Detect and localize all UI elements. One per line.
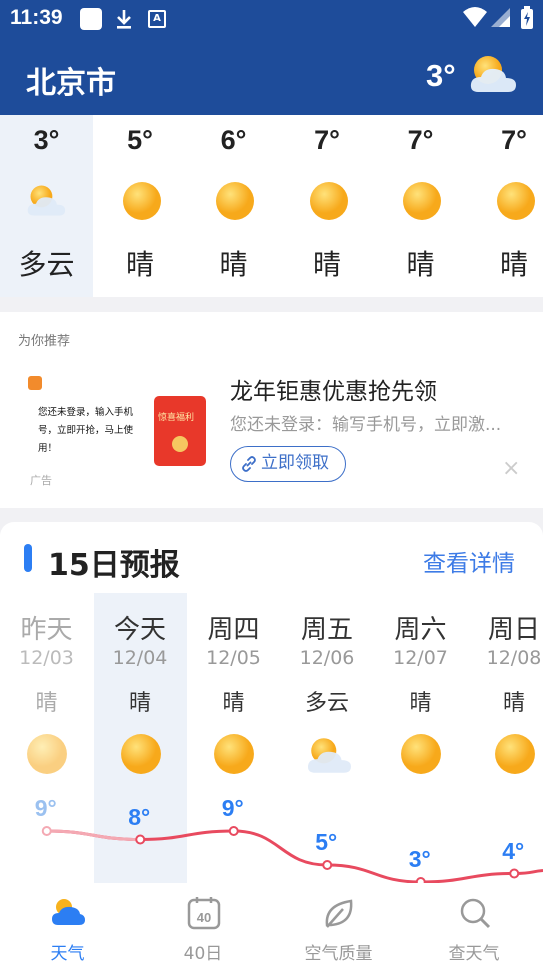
- cloudy-sun-icon: [470, 56, 516, 92]
- hourly-condition: 多云: [18, 248, 75, 281]
- envelope-caption: 惊喜福利: [158, 413, 195, 423]
- ad-tag: 广告: [30, 474, 52, 487]
- battery-icon: [521, 6, 533, 29]
- wifi-icon: [463, 7, 487, 27]
- high-temp-label: 4°: [502, 837, 525, 864]
- high-temp-label: 3°: [408, 846, 431, 872]
- nav-item-1[interactable]: 40 40日: [136, 883, 271, 967]
- link-icon: [242, 456, 256, 472]
- cloudy-sun-icon: [24, 181, 68, 221]
- calendar-40-icon: 40: [186, 895, 222, 931]
- high-temp-label: 9°: [34, 795, 57, 821]
- leaf-icon: [321, 895, 357, 931]
- hourly-condition: 晴: [219, 248, 248, 281]
- keyboard-icon: A: [148, 10, 166, 28]
- forecast-15-day: 15日预报 查看详情 昨天 12/03 晴今天 12/04 晴周四 12/05 晴周五 12/…: [0, 522, 543, 883]
- nav-item-2[interactable]: 空气质量: [271, 883, 406, 967]
- hourly-temp: 6°: [220, 125, 247, 155]
- ad-app-logo: [28, 376, 42, 390]
- sun-icon: [402, 181, 442, 221]
- temperature-line-past: [46, 829, 141, 841]
- sun-icon: [496, 181, 536, 221]
- hourly-temp: 7°: [501, 125, 527, 155]
- nav-item-0[interactable]: 天气: [0, 883, 135, 967]
- search-icon: [457, 895, 493, 931]
- high-temp-label: 5°: [315, 829, 338, 855]
- sun-icon: [309, 181, 349, 221]
- ad-subtitle: 您还未登录：输写手机号，立即激...: [230, 415, 502, 435]
- hourly-item[interactable]: 7° 晴: [374, 115, 467, 297]
- hourly-temp: 7°: [314, 125, 340, 155]
- temperature-curve: [41, 826, 543, 883]
- ad-image-text: 您还未登录，输入手机号，立即开抢，马上使用！: [38, 407, 134, 454]
- hourly-temp: 3°: [33, 125, 60, 155]
- temperature-point: [322, 860, 333, 870]
- status-bar: 11:39 A: [0, 0, 543, 38]
- temperature-point: [509, 868, 520, 879]
- svg-text:40: 40: [196, 910, 210, 925]
- nav-label: 查天气: [448, 944, 500, 964]
- city-name[interactable]: 北京市: [26, 58, 116, 102]
- nav-item-3[interactable]: 查天气: [407, 883, 542, 967]
- hourly-condition: 晴: [499, 248, 528, 281]
- sun-icon: [215, 181, 255, 221]
- app-header: 北京市 3°: [0, 38, 543, 115]
- hourly-condition: 晴: [406, 248, 435, 281]
- ad-card[interactable]: 为你推荐 您还未登录，输入手机号，立即开抢，马上使用！ 惊喜福利 广告 龙年钜惠…: [0, 312, 543, 508]
- ad-close-button[interactable]: ×: [502, 456, 520, 481]
- hourly-item[interactable]: 5° 晴: [94, 115, 187, 297]
- claim-button[interactable]: 立即领取: [230, 446, 346, 482]
- recommend-label: 为你推荐: [18, 334, 71, 349]
- claim-button-label: 立即领取: [261, 453, 329, 473]
- envelope-coin: [172, 436, 188, 452]
- ad-image[interactable]: 您还未登录，输入手机号，立即开抢，马上使用！ 惊喜福利 广告: [24, 372, 218, 494]
- ad-title[interactable]: 龙年钜惠优惠抢先领: [230, 372, 437, 406]
- hourly-item[interactable]: 7° 晴: [468, 115, 543, 297]
- hourly-temp: 5°: [127, 125, 153, 155]
- hourly-item[interactable]: 7° 晴: [281, 115, 374, 297]
- hourly-forecast[interactable]: 3° 多云 5° 晴 6° 晴 7° 晴 7° 晴 7° 晴: [0, 115, 543, 297]
- nav-label: 40日: [183, 944, 223, 964]
- notification-app-icon: [80, 8, 102, 30]
- temperature-point: [135, 834, 146, 845]
- hourly-condition: 晴: [125, 248, 154, 281]
- nav-label: 空气质量: [304, 944, 373, 964]
- high-temp-label: 8°: [128, 803, 151, 830]
- hourly-item[interactable]: 3° 多云: [0, 115, 93, 297]
- temperature-point: [41, 826, 52, 836]
- red-envelope-icon: 惊喜福利: [154, 396, 206, 466]
- bottom-nav: 天气 40 40日 空气质量 查天气: [0, 883, 543, 967]
- download-icon: [117, 10, 131, 29]
- signal-icon: [491, 8, 510, 27]
- current-temperature: 3°: [426, 58, 456, 93]
- hourly-condition: 晴: [312, 248, 341, 281]
- hourly-item[interactable]: 6° 晴: [187, 115, 280, 297]
- temperature-point: [228, 826, 239, 836]
- status-time: 11:39: [10, 6, 63, 29]
- nav-label: 天气: [50, 944, 85, 964]
- sun-icon: [122, 181, 162, 221]
- weather-icon: [50, 895, 86, 931]
- high-temp-label: 9°: [221, 795, 244, 821]
- hourly-temp: 7°: [407, 125, 434, 155]
